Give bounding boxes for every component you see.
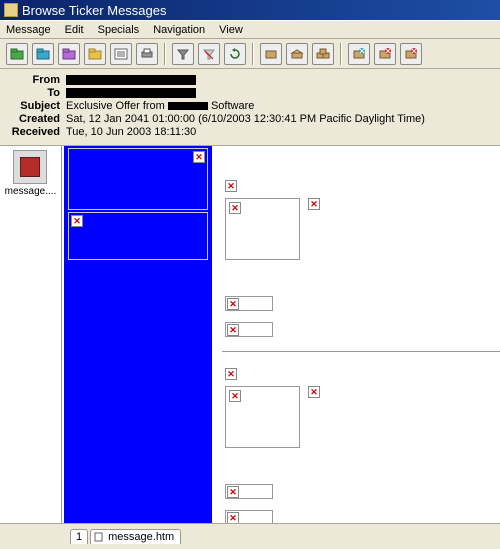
- blue-inner-box: ✕: [68, 148, 208, 210]
- broken-image-icon: ✕: [308, 386, 320, 398]
- created-value: Sat, 12 Jan 2041 01:00:00 (6/10/2003 12:…: [66, 113, 492, 125]
- toolbar-separator: [164, 43, 166, 65]
- list-icon[interactable]: [110, 43, 132, 65]
- filter-icon[interactable]: [172, 43, 194, 65]
- tab-index[interactable]: 1: [70, 529, 88, 544]
- box-x-red-icon[interactable]: [374, 43, 396, 65]
- redacted-text: [66, 75, 196, 85]
- attachment-thumb[interactable]: message....: [5, 150, 57, 197]
- broken-image-icon: ✕: [227, 298, 239, 310]
- folder-purple-icon[interactable]: [58, 43, 80, 65]
- broken-image-icon: ✕: [229, 390, 241, 402]
- refresh-icon[interactable]: [224, 43, 246, 65]
- subject-label: Subject: [4, 100, 60, 112]
- folder-cyan-icon[interactable]: [32, 43, 54, 65]
- to-value: [66, 87, 492, 99]
- toolbar-separator: [340, 43, 342, 65]
- attachment-sidebar: message....: [0, 146, 62, 534]
- box-x-red2-icon[interactable]: [400, 43, 422, 65]
- broken-image-icon: ✕: [308, 198, 320, 210]
- attachment-icon: [13, 150, 47, 184]
- toolbar-separator: [252, 43, 254, 65]
- menu-bar: Message Edit Specials Navigation View: [0, 20, 500, 39]
- filter-clear-icon[interactable]: [198, 43, 220, 65]
- window-title: Browse Ticker Messages: [22, 3, 167, 18]
- file-icon: [94, 532, 104, 542]
- status-bar: 1 message.htm: [0, 523, 500, 549]
- image-placeholder: ✕: [225, 386, 300, 448]
- received-label: Received: [4, 126, 60, 138]
- box-stacked-icon[interactable]: [312, 43, 334, 65]
- blue-panel: ✕ ✕: [64, 146, 212, 534]
- image-placeholder: ✕: [225, 296, 273, 311]
- tab-label: message.htm: [108, 531, 174, 543]
- attachment-label: message....: [5, 186, 57, 197]
- broken-image-icon: ✕: [71, 215, 83, 227]
- image-placeholder: ✕: [225, 198, 300, 260]
- tab-message-htm[interactable]: message.htm: [90, 529, 181, 544]
- print-icon[interactable]: [136, 43, 158, 65]
- menu-view[interactable]: View: [219, 24, 243, 36]
- menu-specials[interactable]: Specials: [98, 24, 140, 36]
- broken-image-icon: ✕: [225, 180, 237, 192]
- redacted-text: [168, 102, 208, 110]
- received-value: Tue, 10 Jun 2003 18:11:30: [66, 126, 492, 138]
- broken-image-icon: ✕: [227, 486, 239, 498]
- box-x-teal-icon[interactable]: [348, 43, 370, 65]
- broken-image-icon: ✕: [193, 151, 205, 163]
- blue-inner-box: ✕: [68, 212, 208, 260]
- redacted-text: [66, 88, 196, 98]
- preview-pane[interactable]: ✕ ✕ ✕ ✕ ✕ ✕ ✕ ✕ ✕ ✕ ✕ ✕: [62, 146, 500, 534]
- image-placeholder: ✕: [225, 484, 273, 499]
- created-label: Created: [4, 113, 60, 125]
- work-area: message.... ✕ ✕ ✕ ✕ ✕ ✕ ✕ ✕ ✕ ✕: [0, 146, 500, 534]
- from-value: [66, 74, 492, 86]
- app-icon: [4, 3, 18, 17]
- broken-image-icon: ✕: [227, 324, 239, 336]
- to-label: To: [4, 87, 60, 99]
- folder-yellow-icon[interactable]: [84, 43, 106, 65]
- image-placeholder: ✕: [225, 322, 273, 337]
- title-bar: Browse Ticker Messages: [0, 0, 500, 20]
- broken-image-icon: ✕: [225, 368, 237, 380]
- menu-message[interactable]: Message: [6, 24, 51, 36]
- box-open-icon[interactable]: [286, 43, 308, 65]
- menu-navigation[interactable]: Navigation: [153, 24, 205, 36]
- toolbar: [0, 39, 500, 69]
- from-label: From: [4, 74, 60, 86]
- menu-edit[interactable]: Edit: [65, 24, 84, 36]
- message-headers: From To Subject Exclusive Offer from Sof…: [0, 69, 500, 146]
- folder-green-icon[interactable]: [6, 43, 28, 65]
- divider: [222, 351, 500, 352]
- broken-image-icon: ✕: [229, 202, 241, 214]
- box-icon[interactable]: [260, 43, 282, 65]
- subject-value: Exclusive Offer from Software: [66, 100, 492, 112]
